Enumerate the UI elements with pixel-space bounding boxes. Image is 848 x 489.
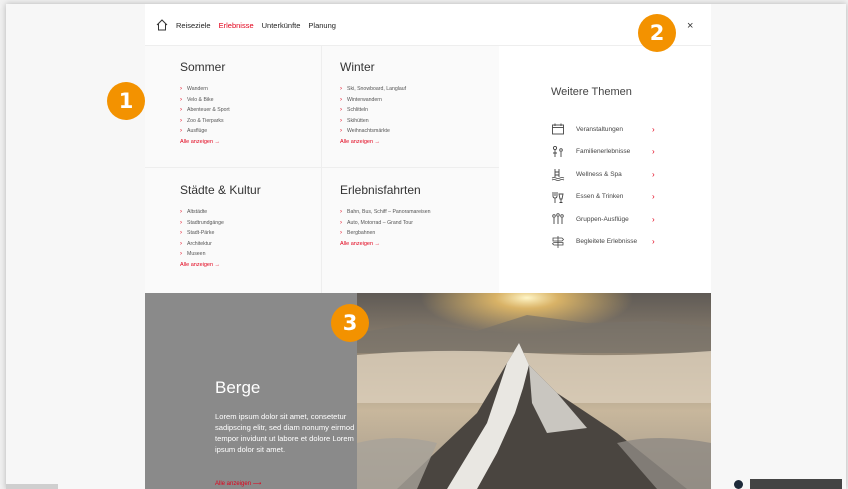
chevron-right-icon: › xyxy=(652,214,655,224)
theme-label: Begleitete Erlebnisse xyxy=(576,238,638,246)
help-icon[interactable] xyxy=(734,480,743,489)
list-item[interactable]: Bahn, Bus, Schiff – Panoramareisen xyxy=(340,207,499,218)
themes-title: Weitere Themen xyxy=(551,86,632,98)
chevron-right-icon: › xyxy=(652,124,655,134)
weitere-themen-panel: Weitere Themen Veranstaltungen › Familie… xyxy=(499,46,711,293)
list-item[interactable]: Winterwandern xyxy=(340,95,499,106)
theme-veranstaltungen[interactable]: Veranstaltungen › xyxy=(551,118,711,141)
top-navigation: Reiseziele Erlebnisse Unterkünfte Planun… xyxy=(145,4,711,46)
theme-label: Familienerlebnisse xyxy=(576,148,631,156)
list-item[interactable]: Skihütten xyxy=(340,116,499,127)
hero-banner: Berge Lorem ipsum dolor sit amet, conset… xyxy=(145,293,711,489)
list-item[interactable]: Zoo & Tierparks xyxy=(180,116,321,127)
hero-show-all-link[interactable]: Alle anzeigen ⟶ xyxy=(215,480,261,487)
nav-item-planung[interactable]: Planung xyxy=(308,21,336,30)
erlebnisfahrten-column: Erlebnisfahrten Bahn, Bus, Schiff – Pano… xyxy=(322,168,499,293)
signpost-icon xyxy=(551,235,565,248)
list-item[interactable]: Bergbahnen xyxy=(340,228,499,239)
staedte-column: Städte & Kultur Altstädte Stadtrundgänge… xyxy=(145,168,322,293)
chevron-right-icon: › xyxy=(652,192,655,202)
column-title: Städte & Kultur xyxy=(180,183,261,197)
nav-item-erlebnisse[interactable]: Erlebnisse xyxy=(219,21,254,30)
family-icon xyxy=(552,145,563,157)
show-all-link[interactable]: Alle anzeigen → xyxy=(180,262,321,268)
mountain-sunrise-image xyxy=(357,293,711,489)
list-item[interactable]: Wandern xyxy=(180,84,321,95)
list-item[interactable]: Auto, Motorrad – Grand Tour xyxy=(340,218,499,229)
mega-menu-panel: Reiseziele Erlebnisse Unterkünfte Planun… xyxy=(145,4,711,489)
annotation-badge-2: 2 xyxy=(638,14,676,52)
column-title: Erlebnisfahrten xyxy=(340,183,421,197)
annotation-badge-1: 1 xyxy=(107,82,145,120)
theme-wellness-spa[interactable]: Wellness & Spa › xyxy=(551,163,711,186)
nav-item-reiseziele[interactable]: Reiseziele xyxy=(176,21,211,30)
chevron-right-icon: › xyxy=(652,147,655,157)
list-item[interactable]: Ski, Snowboard, Langlauf xyxy=(340,84,499,95)
annotation-badge-3: 3 xyxy=(331,304,369,342)
group-icon xyxy=(552,213,564,225)
list-item[interactable]: Schlitteln xyxy=(340,105,499,116)
hero-description: Lorem ipsum dolor sit amet, consetetur s… xyxy=(215,412,355,454)
theme-label: Essen & Trinken xyxy=(576,193,624,201)
theme-label: Gruppen-Ausflüge xyxy=(576,215,629,223)
list-item[interactable]: Stadt-Pärke xyxy=(180,228,321,239)
hero-title: Berge xyxy=(215,378,261,397)
theme-familienerlebnisse[interactable]: Familienerlebnisse › xyxy=(551,141,711,164)
theme-begleitete-erlebnisse[interactable]: Begleitete Erlebnisse › xyxy=(551,231,711,254)
close-icon[interactable]: × xyxy=(687,21,693,32)
list-item[interactable]: Ausflüge xyxy=(180,126,321,137)
calendar-icon xyxy=(552,123,564,135)
list-item[interactable]: Museen xyxy=(180,249,321,260)
show-all-link[interactable]: Alle anzeigen → xyxy=(180,139,321,145)
show-all-link[interactable]: Alle anzeigen → xyxy=(340,241,499,247)
sommer-column: Sommer Wandern Velo & Bike Abenteuer & S… xyxy=(145,46,322,168)
nav-item-unterkuenfte[interactable]: Unterkünfte xyxy=(262,21,301,30)
theme-essen-trinken[interactable]: Essen & Trinken › xyxy=(551,186,711,209)
theme-gruppen-ausfluege[interactable]: Gruppen-Ausflüge › xyxy=(551,208,711,231)
show-all-link[interactable]: Alle anzeigen → xyxy=(340,139,499,145)
dining-icon xyxy=(552,191,564,203)
chevron-right-icon: › xyxy=(652,237,655,247)
home-icon[interactable] xyxy=(155,18,169,32)
list-item[interactable]: Weihnachtsmärkte xyxy=(340,126,499,137)
list-item[interactable]: Architektur xyxy=(180,239,321,250)
chevron-right-icon: › xyxy=(652,169,655,179)
column-title: Winter xyxy=(340,60,375,74)
bottom-left-toolbar xyxy=(6,484,58,489)
theme-label: Veranstaltungen xyxy=(576,125,623,133)
winter-column: Winter Ski, Snowboard, Langlauf Winterwa… xyxy=(322,46,499,168)
list-item[interactable]: Altstädte xyxy=(180,207,321,218)
list-item[interactable]: Abenteuer & Sport xyxy=(180,105,321,116)
list-item[interactable]: Velo & Bike xyxy=(180,95,321,106)
theme-label: Wellness & Spa xyxy=(576,170,622,178)
spa-icon xyxy=(551,169,565,182)
list-item[interactable]: Stadtrundgänge xyxy=(180,218,321,229)
bottom-right-toolbar[interactable] xyxy=(750,479,842,489)
column-title: Sommer xyxy=(180,60,226,74)
